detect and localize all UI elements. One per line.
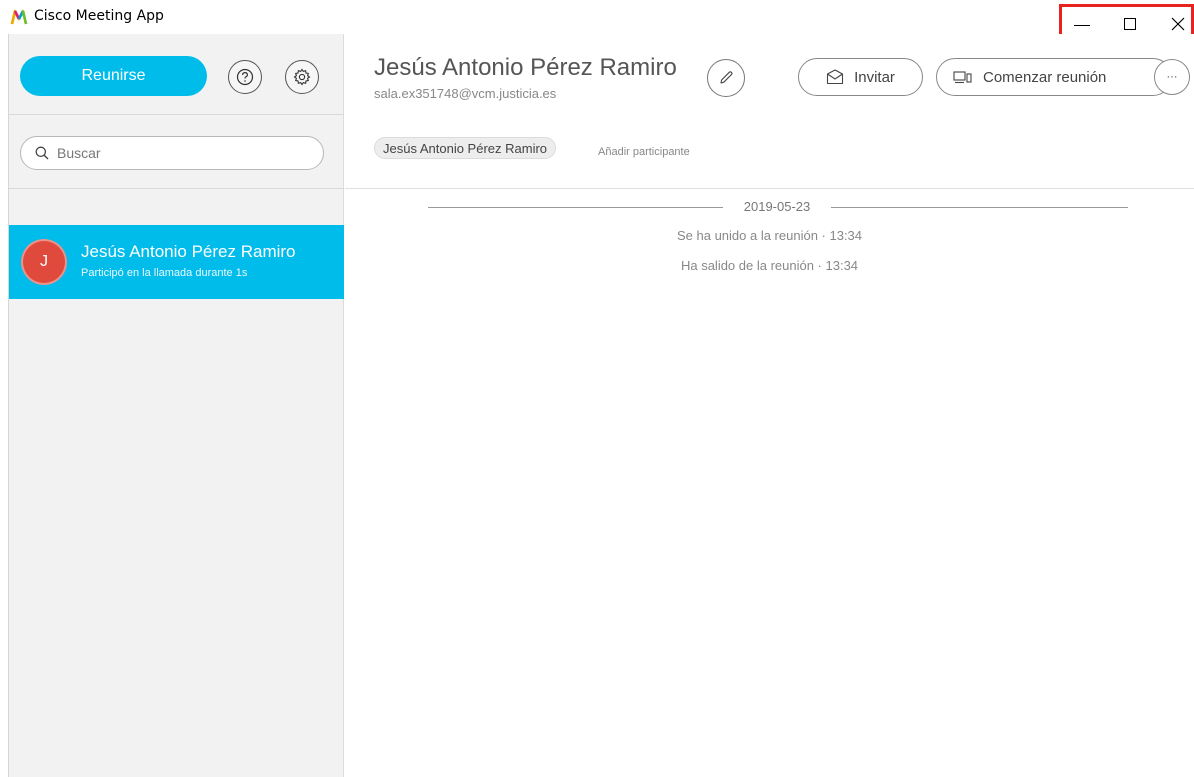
envelope-icon xyxy=(827,69,844,85)
sidebar-divider xyxy=(9,188,344,189)
history-event: Se ha unido a la reunión · 13:34 xyxy=(676,228,863,243)
app-window: Cisco Meeting App Reunirse Buscar J Jesú… xyxy=(0,0,1194,777)
avatar: J xyxy=(21,239,67,285)
history-event: Ha salido de la reunión · 13:34 xyxy=(680,258,859,273)
minimize-icon xyxy=(1074,24,1090,26)
start-meeting-button[interactable]: Comenzar reunión xyxy=(936,58,1172,96)
search-box[interactable] xyxy=(20,136,324,170)
header-divider xyxy=(345,188,1194,189)
video-device-icon xyxy=(953,71,972,84)
help-icon xyxy=(236,68,254,86)
more-options-button[interactable]: ··· xyxy=(1154,59,1190,95)
gear-icon xyxy=(293,68,311,86)
help-button[interactable] xyxy=(228,60,262,94)
settings-button[interactable] xyxy=(285,60,319,94)
date-divider-line xyxy=(428,207,723,208)
window-title: Cisco Meeting App xyxy=(34,8,164,24)
date-divider-line xyxy=(831,207,1128,208)
page-title: Jesús Antonio Pérez Ramiro xyxy=(374,54,677,81)
search-input[interactable] xyxy=(57,145,307,161)
conversation-panel: Jesús Antonio Pérez Ramiro sala.ex351748… xyxy=(345,34,1194,777)
search-icon xyxy=(35,146,49,160)
contact-status: Participó en la llamada durante 1s xyxy=(81,267,248,279)
start-meeting-label: Comenzar reunión xyxy=(983,68,1107,86)
cisco-meeting-logo-icon xyxy=(10,9,28,25)
contact-email: sala.ex351748@vcm.justicia.es xyxy=(374,86,557,101)
contact-name: Jesús Antonio Pérez Ramiro xyxy=(81,242,296,261)
participant-chip[interactable]: Jesús Antonio Pérez Ramiro xyxy=(374,137,557,159)
close-icon xyxy=(1171,17,1185,31)
edit-button[interactable] xyxy=(707,59,745,97)
invite-button[interactable]: Invitar xyxy=(798,58,923,96)
join-meeting-button[interactable]: Reunirse xyxy=(20,56,207,96)
history-date: 2019-05-23 xyxy=(743,199,811,214)
pencil-icon xyxy=(720,71,733,84)
maximize-icon xyxy=(1124,18,1136,30)
title-bar: Cisco Meeting App xyxy=(0,0,1194,46)
sidebar: Reunirse Buscar J Jesús Antonio Pérez Ra… xyxy=(9,34,344,777)
invite-label: Invitar xyxy=(854,68,895,86)
add-participant-link[interactable]: Añadir participante xyxy=(598,146,690,158)
sidebar-divider xyxy=(9,114,344,115)
contact-list-item[interactable]: J Jesús Antonio Pérez Ramiro Participó e… xyxy=(9,225,344,299)
